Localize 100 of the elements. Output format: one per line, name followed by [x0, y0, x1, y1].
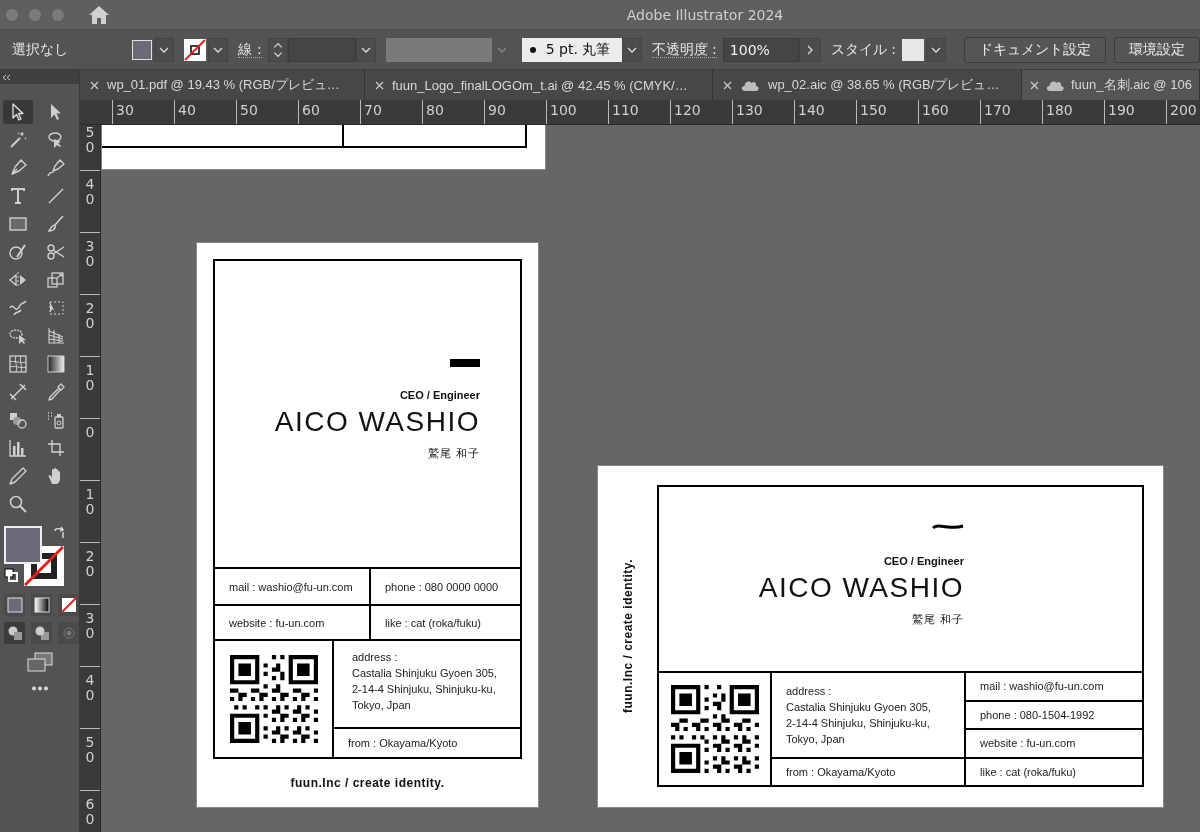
- document-tab[interactable]: fuun_名刺.aic @ 106: [1022, 70, 1200, 100]
- fill-swatch[interactable]: [132, 39, 153, 60]
- job-title: CEO / Engineer: [883, 555, 964, 567]
- ruler-label: 50: [85, 125, 95, 157]
- ruler-label: 150: [859, 101, 887, 119]
- eyedropper-icon: [46, 382, 66, 402]
- stroke-weight-field[interactable]: [287, 37, 356, 62]
- rectangle-icon: [8, 214, 28, 234]
- contact-text: mail : washio@fu-un.com: [966, 673, 1142, 700]
- magic-wand-icon: [8, 130, 28, 150]
- close-icon[interactable]: [1030, 80, 1039, 90]
- screen-mode-icon[interactable]: [26, 652, 53, 672]
- chevron-down-icon: [626, 46, 637, 53]
- document-tab[interactable]: fuun_Logo_finalLOGOm_t.ai @ 42.45 % (CMYK/…: [365, 70, 713, 100]
- ruler-label: 110: [611, 101, 639, 119]
- tagline: fuun.Inc / create identity.: [290, 776, 445, 790]
- dropdown-button[interactable]: [621, 37, 642, 62]
- more-icon[interactable]: [30, 686, 49, 691]
- gradient-mode-button[interactable]: [31, 594, 52, 616]
- job-title: CEO / Engineer: [399, 389, 480, 401]
- address-line: Tokyo, Jpan: [352, 699, 412, 711]
- ruler-label: 70: [363, 101, 382, 119]
- artboard-icon: [46, 438, 66, 458]
- brush-field[interactable]: 5 pt. 丸筆: [521, 37, 622, 62]
- chevron-down-icon: [496, 46, 507, 53]
- contact-text: like : cat (roka/fuku): [371, 606, 520, 639]
- blend-icon: [8, 410, 28, 430]
- settings-button[interactable]: 環境設定: [1114, 36, 1200, 63]
- ruler-label: 10: [85, 363, 95, 395]
- variable-width-field[interactable]: [385, 37, 492, 62]
- type-icon: [8, 186, 28, 206]
- window-title: Adobe Illustrator 2024: [626, 6, 784, 23]
- selection-status: 選択なし: [12, 40, 69, 59]
- ruler-label: 190: [1107, 101, 1135, 119]
- pencil-icon: [8, 466, 28, 486]
- style-swatch[interactable]: [902, 38, 924, 61]
- swap-icon[interactable]: [52, 526, 66, 540]
- ruler-label: 180: [1045, 101, 1073, 119]
- brush-value: 5 pt. 丸筆: [545, 40, 611, 59]
- address-label: address :: [352, 651, 399, 663]
- person-name: AICO WASHIO: [274, 407, 480, 438]
- ruler-label: 20: [85, 301, 95, 333]
- ruler-label: 170: [983, 101, 1011, 119]
- none-mode-button[interactable]: [58, 594, 79, 616]
- contact-text: mail : washio@fu-un.com: [215, 569, 369, 604]
- address-line: 2-14-4 Shinjuku, Shinjuku-ku,: [352, 683, 497, 695]
- contact-text: website : fu-un.com: [966, 730, 1142, 757]
- bar-graph-icon: [8, 438, 28, 458]
- close-icon[interactable]: [723, 80, 732, 90]
- gradient-icon: [46, 354, 66, 374]
- contact-text: like : cat (roka/fuku): [966, 758, 1142, 785]
- draw-normal-icon: [6, 625, 23, 641]
- person-name: AICO WASHIO: [758, 573, 964, 604]
- ruler-label: 60: [301, 101, 320, 119]
- document-tab[interactable]: wp_01.pdf @ 19.43 % (RGB/プレビュ…: [80, 70, 365, 100]
- stepper-icon[interactable]: [267, 37, 288, 62]
- no-stroke-swatch[interactable]: [184, 38, 207, 61]
- document-tab[interactable]: wp_02.aic @ 38.65 % (RGB/プレビュ…: [713, 70, 1022, 100]
- ruler-label: 60: [85, 797, 95, 829]
- opacity-field[interactable]: 100%: [722, 37, 799, 62]
- chevron-down-icon: [159, 46, 170, 53]
- tab-label: fuun_Logo_finalLOGOm_t.ai @ 42.45 % (CMYK/…: [392, 77, 688, 93]
- ruler-label: 40: [85, 673, 95, 705]
- line-icon: [46, 186, 66, 206]
- expand-button[interactable]: [798, 37, 821, 62]
- dropdown-button[interactable]: [355, 37, 376, 62]
- warp-icon: [8, 298, 28, 318]
- chevron-down-icon: [360, 46, 371, 53]
- scissors-icon: [46, 242, 66, 262]
- draw-normal-button[interactable]: [4, 622, 25, 644]
- japanese-name: 鷲尾 和子: [911, 611, 964, 627]
- address-line: 2-14-4 Shinjuku, Shinjuku-ku,: [786, 717, 931, 729]
- default-colors-icon[interactable]: [4, 568, 18, 582]
- close-icon[interactable]: [90, 80, 99, 90]
- origin-text: from : Okayama/Kyoto: [772, 758, 964, 785]
- perspective-grid-icon: [46, 326, 66, 346]
- ruler-label: 20: [85, 549, 95, 581]
- chevron-right-icon: [805, 44, 814, 55]
- ruler-label: 130: [735, 101, 763, 119]
- width-icon: [8, 382, 28, 402]
- collapse-icon[interactable]: [2, 73, 12, 81]
- draw-behind-button[interactable]: [31, 622, 52, 644]
- tool-button[interactable]: [3, 100, 33, 124]
- origin-text: from : Okayama/Kyoto: [334, 729, 520, 757]
- home-icon[interactable]: [88, 4, 110, 25]
- spray-can-icon: [46, 410, 66, 430]
- zoom-icon: [8, 494, 28, 514]
- address-line: Castalia Shinjuku Gyoen 305,: [786, 701, 932, 713]
- tab-label: fuun_名刺.aic @ 106: [1071, 76, 1192, 94]
- chevron-down-icon: [931, 46, 941, 53]
- settings-button[interactable]: ドキュメント設定: [964, 36, 1106, 63]
- curved-pen-icon: [46, 158, 66, 178]
- color-mode-button[interactable]: [4, 594, 25, 616]
- fill-swatch[interactable]: [4, 526, 42, 564]
- pen-nib-icon: [8, 158, 28, 178]
- ruler-label: 140: [797, 101, 825, 119]
- tab-label: wp_01.pdf @ 19.43 % (RGB/プレビュ…: [107, 76, 340, 94]
- address-line: Castalia Shinjuku Gyoen 305,: [352, 667, 498, 679]
- close-icon[interactable]: [375, 80, 384, 90]
- paintbrush-icon: [46, 214, 66, 234]
